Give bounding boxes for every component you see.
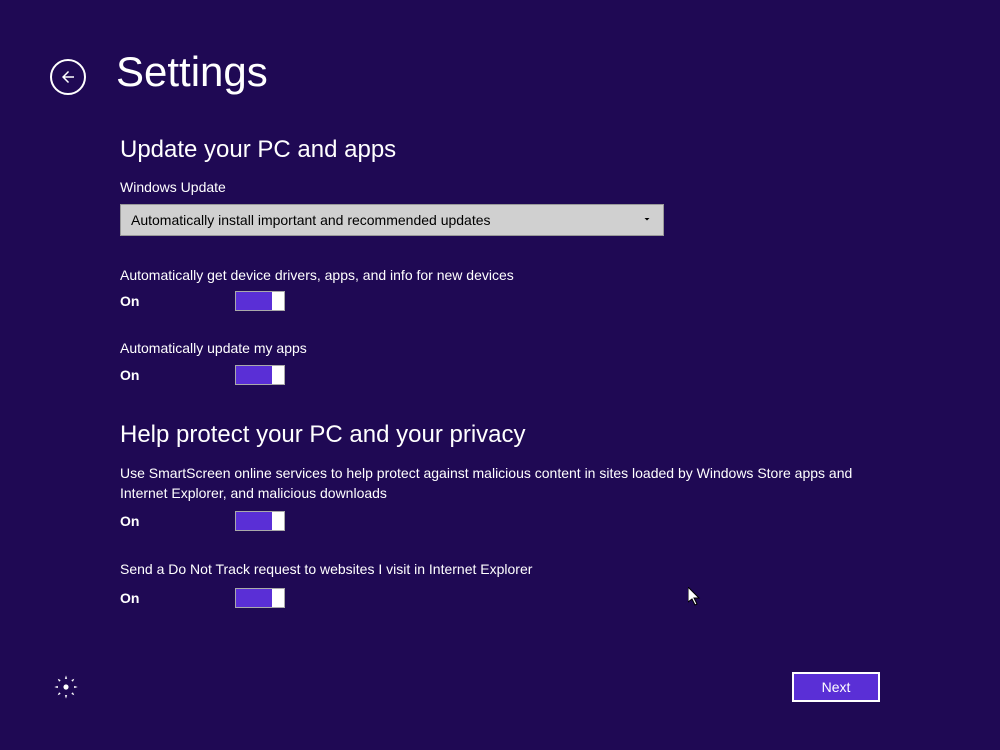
next-button[interactable]: Next xyxy=(792,672,880,702)
apps-update-label: Automatically update my apps xyxy=(120,339,880,359)
back-button[interactable] xyxy=(50,59,86,95)
next-button-label: Next xyxy=(822,679,851,695)
arrow-left-icon xyxy=(59,68,77,86)
smartscreen-label: Use SmartScreen online services to help … xyxy=(120,463,860,504)
smartscreen-toggle[interactable] xyxy=(235,511,285,531)
toggle-thumb xyxy=(272,512,284,530)
apps-toggle[interactable] xyxy=(235,365,285,385)
ease-of-access-icon xyxy=(52,673,80,701)
toggle-thumb xyxy=(272,366,284,384)
smartscreen-toggle-state: On xyxy=(120,513,235,529)
dnt-toggle[interactable] xyxy=(235,588,285,608)
drivers-toggle[interactable] xyxy=(235,291,285,311)
ease-of-access-button[interactable] xyxy=(52,673,80,701)
drivers-toggle-state: On xyxy=(120,293,235,309)
windows-update-label: Windows Update xyxy=(120,178,880,198)
section-protect-heading: Help protect your PC and your privacy xyxy=(120,421,880,449)
toggle-thumb xyxy=(272,589,284,607)
windows-update-dropdown[interactable]: Automatically install important and reco… xyxy=(120,204,664,236)
toggle-thumb xyxy=(272,292,284,310)
dnt-toggle-state: On xyxy=(120,590,235,606)
apps-toggle-state: On xyxy=(120,367,235,383)
chevron-down-icon xyxy=(641,213,653,227)
dnt-label: Send a Do Not Track request to websites … xyxy=(120,559,860,579)
drivers-label: Automatically get device drivers, apps, … xyxy=(120,266,880,286)
page-title: Settings xyxy=(116,48,268,96)
section-update-heading: Update your PC and apps xyxy=(120,136,880,164)
dropdown-value: Automatically install important and reco… xyxy=(131,212,491,228)
